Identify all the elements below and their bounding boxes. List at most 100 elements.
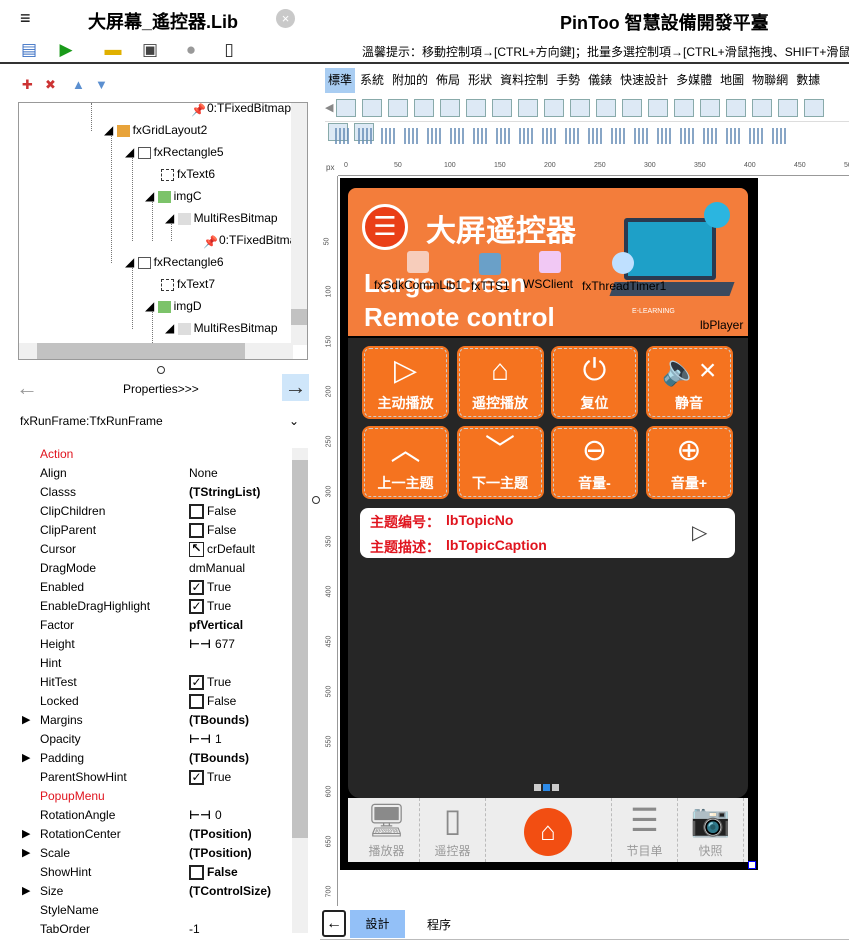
align-tool-icon[interactable] <box>772 128 786 144</box>
component-label[interactable]: WSClient <box>523 277 573 291</box>
property-value[interactable]: ⊢⊣ 0 <box>189 806 222 825</box>
run-icon[interactable]: ▶ <box>55 40 77 60</box>
palette-component-icon[interactable] <box>674 99 695 117</box>
property-value[interactable]: ✓ True <box>189 768 231 787</box>
align-tool-icon[interactable] <box>335 128 349 144</box>
property-value[interactable]: ✓ True <box>189 597 231 616</box>
property-value[interactable]: (TBounds) <box>189 711 249 730</box>
property-row[interactable]: TabOrder -1 <box>20 920 292 935</box>
palette-component-icon[interactable] <box>700 99 721 117</box>
expand-arrow-icon[interactable]: ▶ <box>22 711 30 730</box>
align-tool-icon[interactable] <box>634 128 648 144</box>
tree-node[interactable]: ◢ fxRectangle5 <box>125 145 224 159</box>
palette-tab[interactable]: 物聯網 <box>749 68 791 93</box>
palette-component-icon[interactable] <box>752 99 773 117</box>
tree-node[interactable]: ◢ MultiResBitmap <box>165 321 278 335</box>
remote-button[interactable]: ︿ 上一主题 <box>362 426 449 499</box>
align-tool-icon[interactable] <box>381 128 395 144</box>
palette-tab[interactable]: 多媒體 <box>673 68 715 93</box>
property-row[interactable]: ClipChildren False <box>20 502 292 521</box>
tree-node[interactable]: fxText6 <box>161 167 215 181</box>
align-tool-icon[interactable] <box>496 128 510 144</box>
tab-design[interactable]: 設計 <box>350 910 405 938</box>
align-tool-icon[interactable] <box>703 128 717 144</box>
property-row[interactable]: StyleName <box>20 901 292 920</box>
property-row[interactable]: HitTest ✓ True <box>20 673 292 692</box>
property-row[interactable]: ▶ RotationCenter (TPosition) <box>20 825 292 844</box>
spin-icon[interactable]: ⊢⊣ <box>189 635 211 654</box>
property-value[interactable]: -1 <box>189 920 200 935</box>
checkbox-unchecked[interactable] <box>189 694 204 710</box>
align-tool-icon[interactable] <box>404 128 418 144</box>
tree-node[interactable]: ◢ imgC <box>145 189 202 203</box>
delete-node-icon[interactable]: ✖ <box>45 77 56 93</box>
tree-node[interactable]: 📌0:TFixedBitmap <box>191 103 291 117</box>
property-value[interactable]: False <box>189 502 236 521</box>
splitter-handle[interactable] <box>157 366 165 374</box>
palette-component-icon[interactable] <box>466 99 487 117</box>
property-value[interactable]: (TControlSize) <box>189 882 271 901</box>
remote-button[interactable]: ⊖ 音量- <box>551 426 638 499</box>
align-tool-icon[interactable] <box>680 128 694 144</box>
page-dot[interactable] <box>534 784 541 791</box>
app-menu-icon[interactable]: ≡ <box>20 8 31 29</box>
page-dot[interactable] <box>552 784 559 791</box>
align-tool-icon[interactable] <box>726 128 740 144</box>
remote-button[interactable]: ▷ 主动播放 <box>362 346 449 419</box>
property-row[interactable]: ▶ Scale (TPosition) <box>20 844 292 863</box>
palette-component-icon[interactable] <box>336 99 357 117</box>
palette-tab[interactable]: 手勢 <box>553 68 583 93</box>
property-row[interactable]: ▶ Padding (TBounds) <box>20 749 292 768</box>
tree-node[interactable]: ◢ fxGridLayout2 <box>104 123 207 137</box>
align-tool-icon[interactable] <box>588 128 602 144</box>
property-row[interactable]: Cursor ↖ crDefault <box>20 540 292 559</box>
property-row[interactable]: Factor pfVertical <box>20 616 292 635</box>
spin-icon[interactable]: ⊢⊣ <box>189 730 211 749</box>
property-row[interactable]: ShowHint False <box>20 863 292 882</box>
property-value[interactable]: False <box>189 692 236 711</box>
splitter-handle[interactable] <box>312 496 320 504</box>
checkbox-checked[interactable]: ✓ <box>189 770 204 786</box>
palette-tab[interactable]: 佈局 <box>433 68 463 93</box>
palette-tab[interactable]: 地圖 <box>717 68 747 93</box>
property-value[interactable]: None <box>189 464 218 483</box>
align-tool-icon[interactable] <box>450 128 464 144</box>
expand-arrow-icon[interactable]: ▶ <box>22 882 30 901</box>
property-scrollbar-thumb[interactable] <box>292 460 308 838</box>
checkbox-checked[interactable]: ✓ <box>189 675 204 691</box>
back-button[interactable]: ← <box>322 910 346 937</box>
tree-node[interactable]: ◢ fxRectangle6 <box>125 255 224 269</box>
palette-component-icon[interactable] <box>570 99 591 117</box>
palette-component-icon[interactable] <box>388 99 409 117</box>
property-value[interactable]: pfVertical <box>189 616 243 635</box>
align-tool-icon[interactable] <box>542 128 556 144</box>
open-folder-icon[interactable]: ▬ <box>102 40 124 60</box>
property-value[interactable]: ⊢⊣ 677 <box>189 635 235 654</box>
nav-item[interactable]: 🖥 播放器 <box>354 798 420 862</box>
tree-node[interactable]: ◢ MultiResBitmap <box>165 211 278 225</box>
save-icon[interactable]: ▣ <box>139 40 161 60</box>
prev-arrow-button[interactable]: ← <box>16 375 38 401</box>
property-value[interactable]: ↖ crDefault <box>189 540 255 559</box>
object-selector[interactable]: fxRunFrame:TfxRunFrame ⌄ <box>20 414 305 428</box>
nav-item[interactable]: ☰ 节目单 <box>612 798 678 862</box>
checkbox-unchecked[interactable] <box>189 504 204 520</box>
expand-arrow-icon[interactable]: ▶ <box>22 825 30 844</box>
align-tool-icon[interactable] <box>358 128 372 144</box>
property-value[interactable]: ⊢⊣ 1 <box>189 730 222 749</box>
property-row[interactable]: Align None <box>20 464 292 483</box>
property-value[interactable]: False <box>189 521 236 540</box>
property-value[interactable]: (TBounds) <box>189 749 249 768</box>
move-up-icon[interactable]: ▲ <box>72 77 85 92</box>
align-tool-icon[interactable] <box>427 128 441 144</box>
tree-vertical-scrollbar[interactable] <box>291 103 307 345</box>
palette-tab[interactable]: 資料控制 <box>497 68 551 93</box>
remote-button[interactable]: ﹀ 下一主题 <box>456 426 544 499</box>
close-file-button[interactable]: × <box>276 9 295 28</box>
property-row[interactable]: Enabled ✓ True <box>20 578 292 597</box>
tree-node[interactable]: ◢ imgD <box>145 299 202 313</box>
palette-component-icon[interactable] <box>518 99 539 117</box>
component-label[interactable]: fxThreadTimer1 <box>582 279 666 293</box>
component-tree[interactable]: 📌0:TFixedBitmap ◢ fxGridLayout2 ◢ fxRect… <box>18 102 308 360</box>
tts-component-icon[interactable] <box>479 253 501 275</box>
